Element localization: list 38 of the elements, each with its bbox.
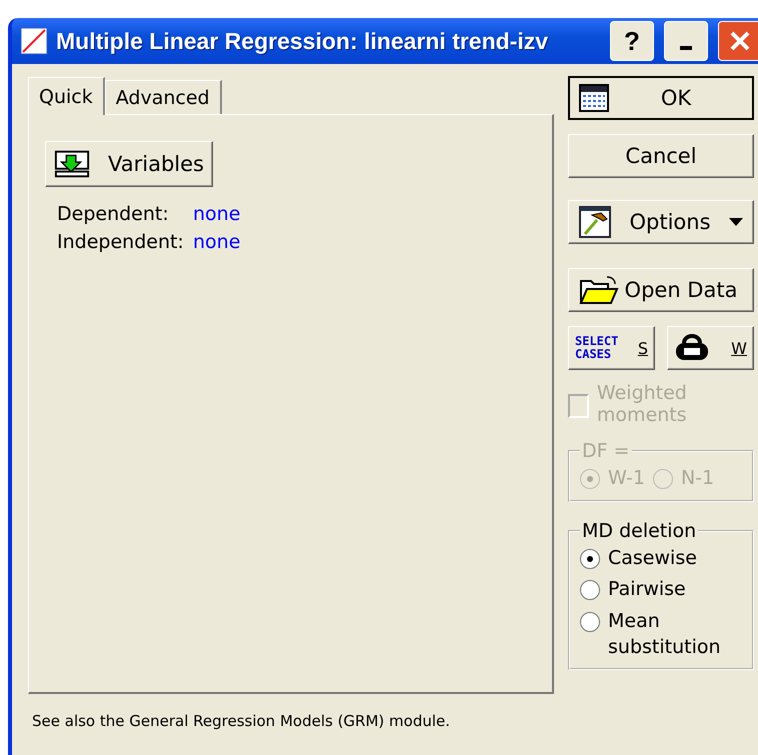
folder-icon [579, 275, 619, 305]
chart-line-icon [20, 27, 48, 55]
help-button[interactable]: ? [610, 21, 654, 61]
tab[interactable]: Quick [28, 77, 105, 115]
minimize-icon [680, 46, 692, 50]
checkbox-label: Weighted moments [596, 382, 688, 426]
spreadsheet-icon [579, 84, 609, 112]
cancel-button[interactable]: Cancel [568, 134, 754, 178]
group-title: MD deletion [581, 520, 698, 542]
footer-note: See also the General Regression Models (GRM) module. [32, 712, 452, 730]
tab[interactable]: Advanced [104, 80, 222, 114]
close-icon [728, 29, 752, 53]
radio-label: W-1 [608, 466, 645, 491]
weight-icon [674, 334, 710, 362]
radio-label: N-1 [680, 466, 714, 491]
radio-label: Pairwise [608, 577, 686, 602]
field-value: none [193, 203, 240, 225]
radio-label: Mean substitution [608, 608, 722, 660]
window-title: Multiple Linear Regression: linearni trend-izv [56, 28, 550, 54]
ok-button[interactable]: OK [568, 76, 754, 120]
radio-button[interactable] [580, 580, 600, 600]
radio-label: Casewise [608, 546, 697, 571]
variables-button[interactable]: Variables [45, 141, 213, 187]
field-label: Dependent: [57, 203, 170, 225]
close-button[interactable] [718, 21, 758, 61]
radio-button[interactable] [580, 548, 600, 569]
select-cases-button[interactable]: SELECT CASES S [568, 326, 655, 370]
minimize-button[interactable] [664, 21, 708, 61]
dropdown-caret-icon [729, 218, 743, 226]
weight-button[interactable]: W [667, 326, 754, 370]
field-label: Independent: [57, 231, 183, 253]
group-title: DF = [581, 440, 631, 462]
radio-button[interactable] [580, 612, 600, 632]
options-button[interactable]: Options [568, 200, 754, 244]
field-value: none [193, 231, 240, 253]
download-arrow-icon [54, 149, 90, 179]
hammer-icon [579, 206, 611, 238]
open-button[interactable]: Open Data [568, 268, 754, 312]
